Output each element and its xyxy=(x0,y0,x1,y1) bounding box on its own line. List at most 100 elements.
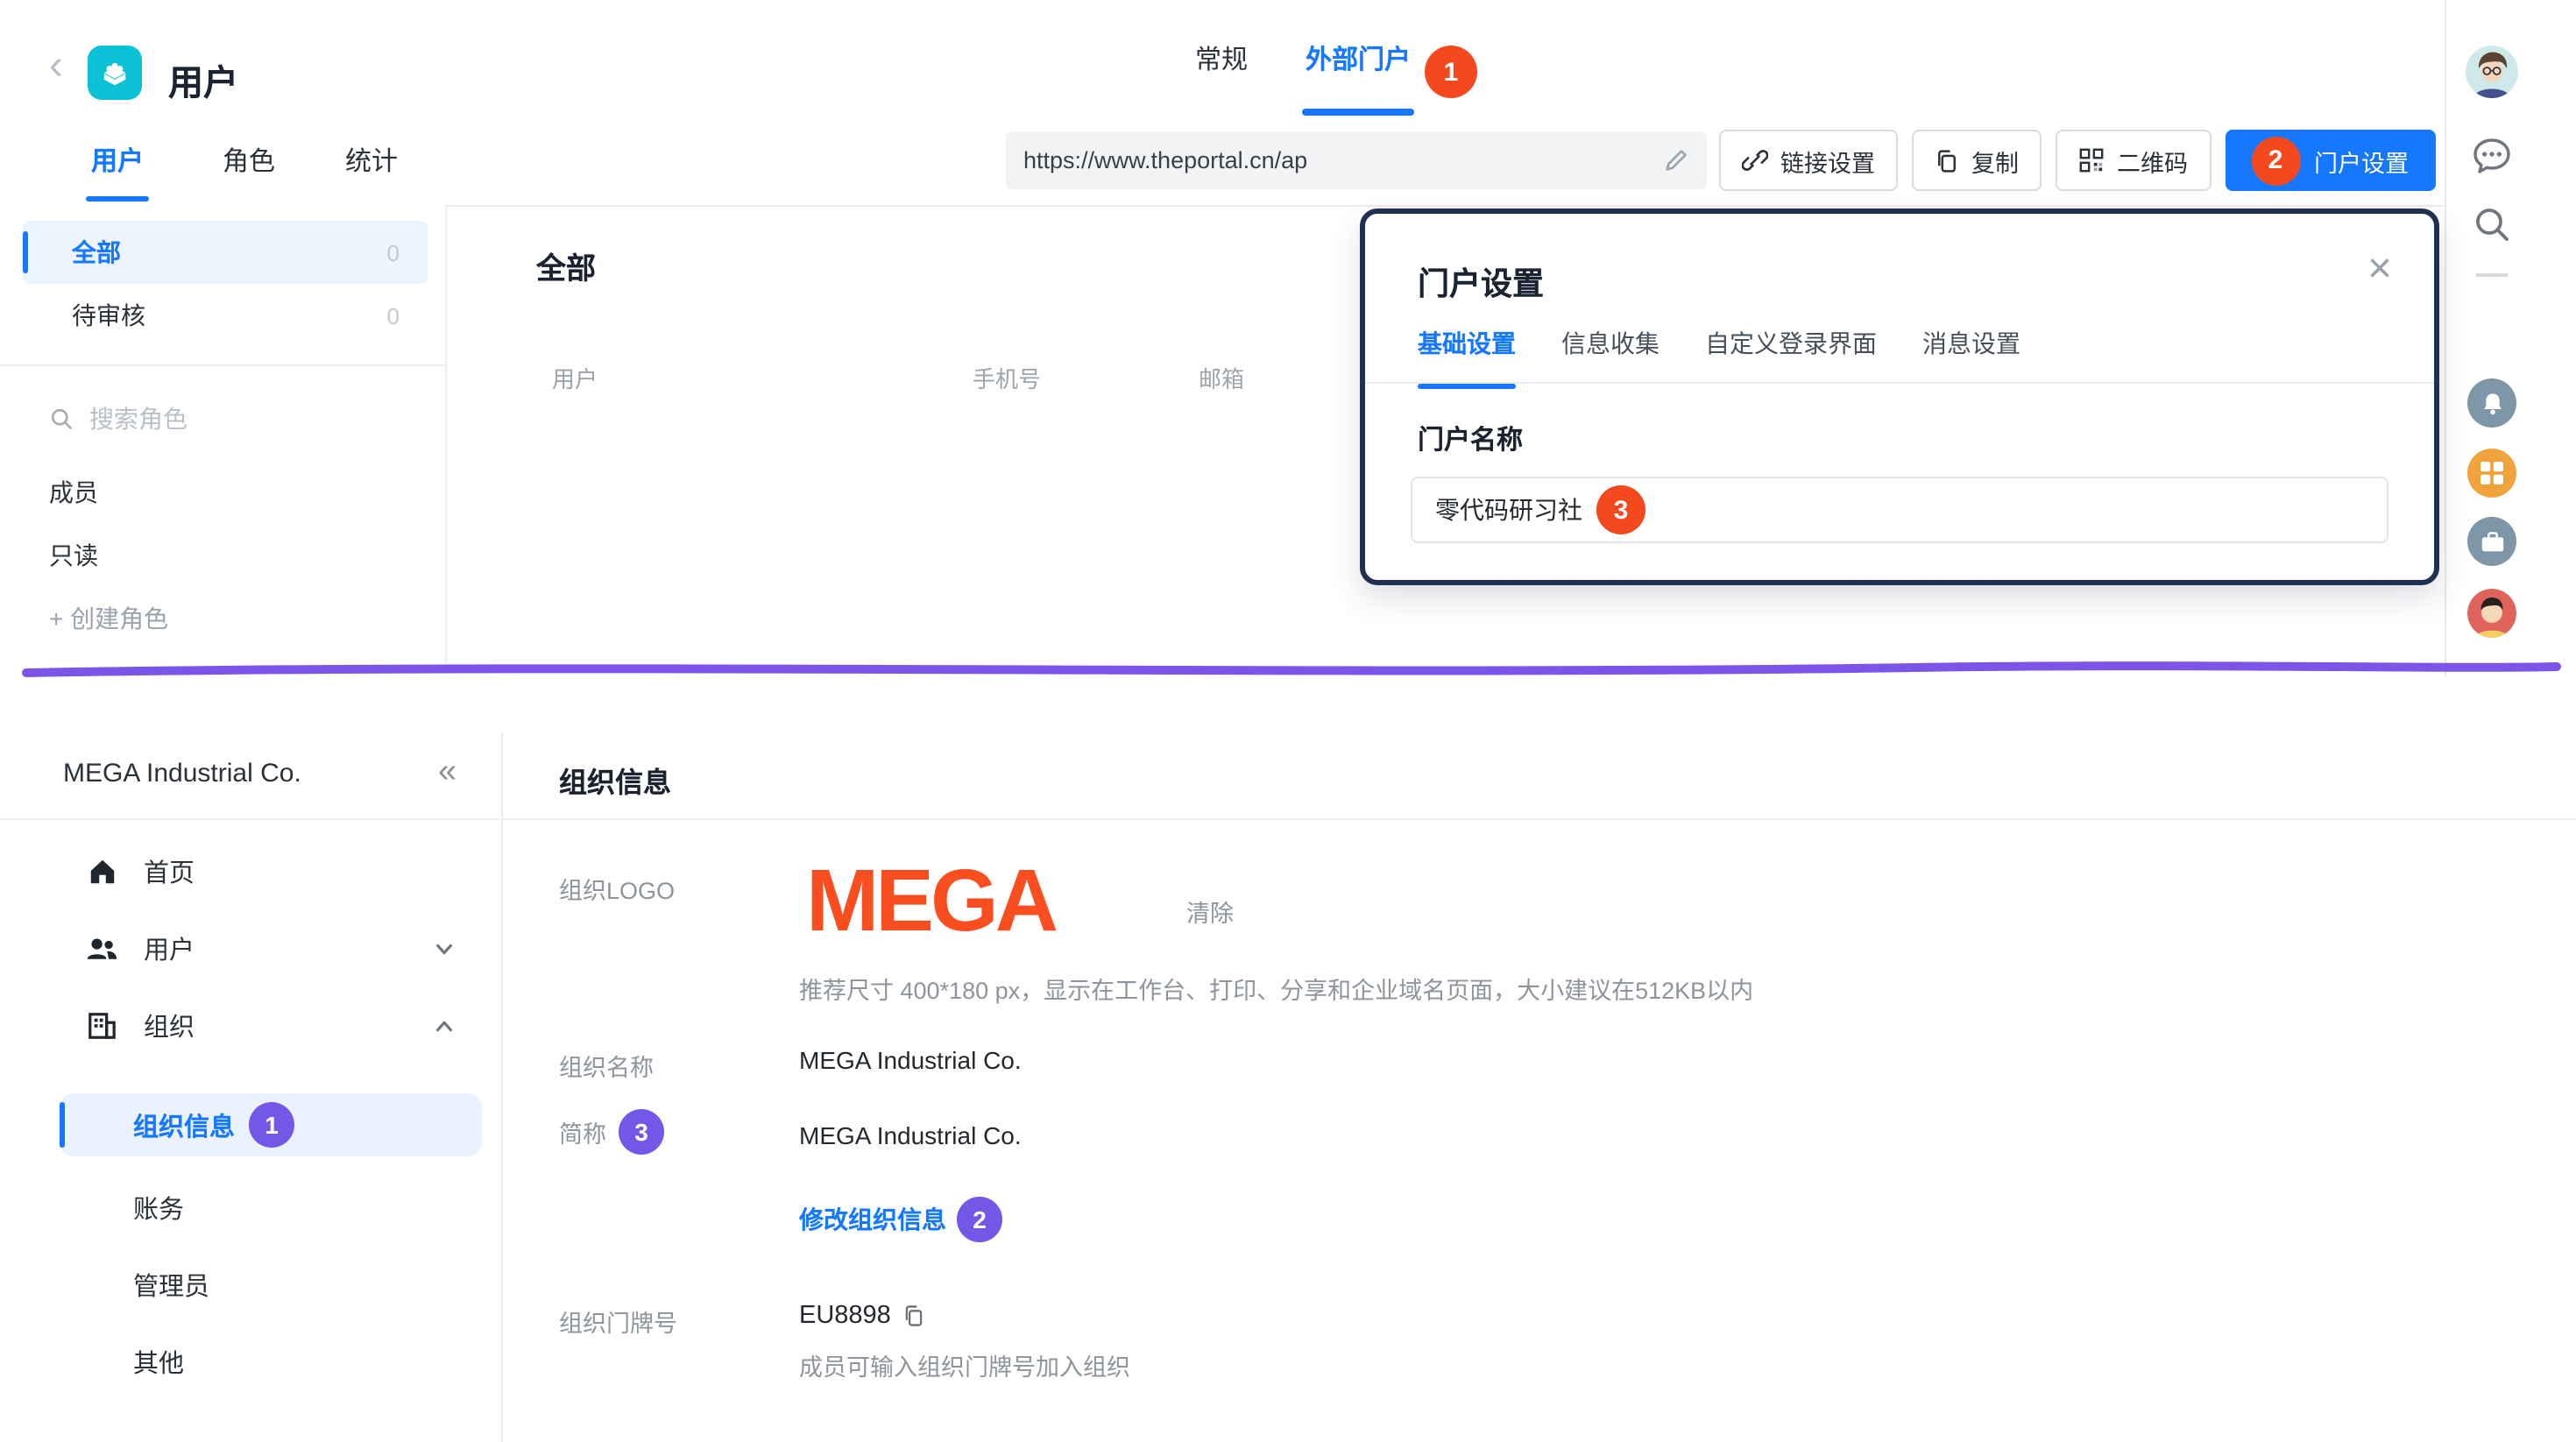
modal-tabs: 基础设置 信息收集 自定义登录界面 消息设置 xyxy=(1418,326,2020,389)
tab-external-portal[interactable]: 外部门户 xyxy=(1306,0,1411,116)
chat-icon[interactable] xyxy=(2469,133,2515,179)
sidebar-item-organization[interactable]: 组织 xyxy=(0,986,501,1064)
chevron-up-icon xyxy=(433,1014,456,1036)
copy-button[interactable]: 复制 xyxy=(1912,130,2042,191)
sidebar-item-finance[interactable]: 账务 xyxy=(0,1169,501,1246)
org-info-title: 组织信息 xyxy=(559,759,671,801)
sidebar-item-home-label: 首页 xyxy=(144,852,195,889)
member-avatar[interactable] xyxy=(2467,589,2516,638)
filter-all-label: 全部 xyxy=(72,235,121,270)
org-name-sidebar: MEGA Industrial Co. xyxy=(63,759,301,788)
qr-icon xyxy=(2078,147,2105,173)
portal-url-value[interactable] xyxy=(1023,147,1663,173)
tab-external-portal-label: 外部门户 xyxy=(1306,39,1411,76)
org-short-name-row: 简称 3 xyxy=(559,1109,664,1155)
link-icon xyxy=(1742,147,1768,173)
role-readonly[interactable]: 只读 xyxy=(0,524,445,587)
portal-settings-button[interactable]: 2 门户设置 xyxy=(2225,130,2435,191)
org-sidebar-menu: 首页 用户 组织 xyxy=(0,832,501,1064)
edit-pencil-icon[interactable] xyxy=(1663,147,1689,173)
user-avatar[interactable] xyxy=(2466,46,2518,98)
org-door-value: EU8898 xyxy=(799,1302,891,1330)
org-door-label: 组织门牌号 xyxy=(559,1304,677,1339)
org-logo: MEGA xyxy=(806,848,1055,953)
org-name-value: MEGA Industrial Co. xyxy=(799,1046,1022,1074)
sidebar-item-other[interactable]: 其他 xyxy=(0,1323,501,1400)
portal-name-value: 零代码研习社 xyxy=(1435,492,1582,527)
modal-tab-collect[interactable]: 信息收集 xyxy=(1561,326,1660,389)
org-sidebar-submenu: 账务 管理员 其他 xyxy=(0,1169,501,1400)
edit-org-info-link[interactable]: 修改组织信息 2 xyxy=(799,1197,1002,1242)
apps-grid-icon[interactable] xyxy=(2467,449,2516,498)
org-short-name-value: MEGA Industrial Co. xyxy=(799,1121,1022,1149)
copy-label: 复制 xyxy=(1971,143,2019,178)
divider xyxy=(0,818,2576,820)
logo-hint: 推荐尺寸 400*180 px，显示在工作台、打印、分享和企业域名页面，大小建议… xyxy=(799,971,1753,1006)
annotation-badge-2-red: 2 xyxy=(2251,136,2300,185)
portal-settings-label: 门户设置 xyxy=(2314,143,2409,178)
tab-stats[interactable]: 统计 xyxy=(345,116,398,205)
filter-all[interactable]: 全部 0 xyxy=(23,221,428,284)
sidebar-item-users-label: 用户 xyxy=(144,930,195,966)
sidebar-item-org-info[interactable]: 组织信息 1 xyxy=(60,1093,482,1156)
modal-tab-basic[interactable]: 基础设置 xyxy=(1418,326,1516,389)
column-phone: 手机号 xyxy=(973,361,1041,394)
create-role-button[interactable]: + 创建角色 xyxy=(0,587,445,650)
role-search-input[interactable]: 搜索角色 xyxy=(0,391,445,447)
edit-org-info-label: 修改组织信息 xyxy=(799,1202,946,1237)
role-member[interactable]: 成员 xyxy=(0,461,445,524)
sidebar-item-admin[interactable]: 管理员 xyxy=(0,1246,501,1323)
sidebar-collapse-icon[interactable]: « xyxy=(438,753,456,792)
collapse-dash-icon[interactable] xyxy=(2476,273,2508,277)
annotation-badge-1-red: 1 xyxy=(1425,46,1477,98)
toolbar-divider xyxy=(2445,0,2446,676)
link-settings-button[interactable]: 链接设置 xyxy=(1719,130,1898,191)
building-icon xyxy=(86,1010,117,1040)
sidebar-item-organization-label: 组织 xyxy=(144,1007,195,1043)
search-icon xyxy=(49,406,74,431)
qr-code-button[interactable]: 二维码 xyxy=(2056,130,2211,191)
filter-pending[interactable]: 待审核 0 xyxy=(23,284,428,347)
org-name-label: 组织名称 xyxy=(559,1048,654,1083)
clear-logo-link[interactable]: 清除 xyxy=(1186,894,1234,929)
annotation-badge-3-purple: 3 xyxy=(619,1109,664,1155)
portal-name-input[interactable]: 零代码研习社 3 xyxy=(1411,477,2388,543)
notifications-bell-icon[interactable] xyxy=(2467,378,2516,428)
copy-icon xyxy=(1935,148,1959,173)
org-door-row: EU8898 xyxy=(799,1302,926,1330)
portal-name-label: 门户名称 xyxy=(1418,421,1523,457)
search-toolbar-icon[interactable] xyxy=(2471,203,2513,245)
sidebar-divider xyxy=(501,732,503,1442)
filter-pending-label: 待审核 xyxy=(72,298,145,333)
sidebar-item-home[interactable]: 首页 xyxy=(0,832,501,909)
table-title: 全部 xyxy=(536,244,596,287)
home-icon xyxy=(86,856,117,886)
back-chevron-icon[interactable]: ‹ xyxy=(49,46,63,88)
org-short-name-label: 简称 xyxy=(559,1114,606,1149)
tab-users[interactable]: 用户 xyxy=(91,116,144,205)
action-buttons: 链接设置 复制 二维码 2 门户设置 xyxy=(1719,130,2435,191)
portal-settings-modal: 门户设置 × 基础设置 信息收集 自定义登录界面 消息设置 门户名称 零代码研习… xyxy=(1360,209,2439,585)
purple-divider xyxy=(21,659,2562,680)
left-panel: 全部 0 待审核 0 搜索角色 成员 只读 + 创建角色 xyxy=(0,205,447,664)
tab-regular[interactable]: 常规 xyxy=(1195,0,1248,116)
tab-roles[interactable]: 角色 xyxy=(223,116,275,205)
column-user: 用户 xyxy=(552,361,598,394)
filter-pending-count: 0 xyxy=(387,302,400,329)
modal-tab-message[interactable]: 消息设置 xyxy=(1922,326,2020,389)
annotation-badge-3-red: 3 xyxy=(1596,485,1645,534)
annotation-badge-2-purple: 2 xyxy=(957,1197,1002,1242)
modal-title: 门户设置 xyxy=(1418,259,1544,305)
portal-url-input[interactable] xyxy=(1006,131,1707,189)
copy-door-icon[interactable] xyxy=(903,1304,926,1328)
sidebar-item-org-info-label: 组织信息 xyxy=(133,1106,235,1143)
modal-tab-login[interactable]: 自定义登录界面 xyxy=(1705,326,1877,389)
org-door-hint: 成员可输入组织门牌号加入组织 xyxy=(799,1347,1130,1382)
briefcase-icon[interactable] xyxy=(2467,517,2516,566)
filter-all-count: 0 xyxy=(387,239,400,265)
column-email: 邮箱 xyxy=(1199,361,1244,394)
sidebar-item-users[interactable]: 用户 xyxy=(0,909,501,986)
app-icon xyxy=(88,46,142,100)
close-icon[interactable]: × xyxy=(2367,249,2392,291)
divider xyxy=(1365,382,2434,384)
